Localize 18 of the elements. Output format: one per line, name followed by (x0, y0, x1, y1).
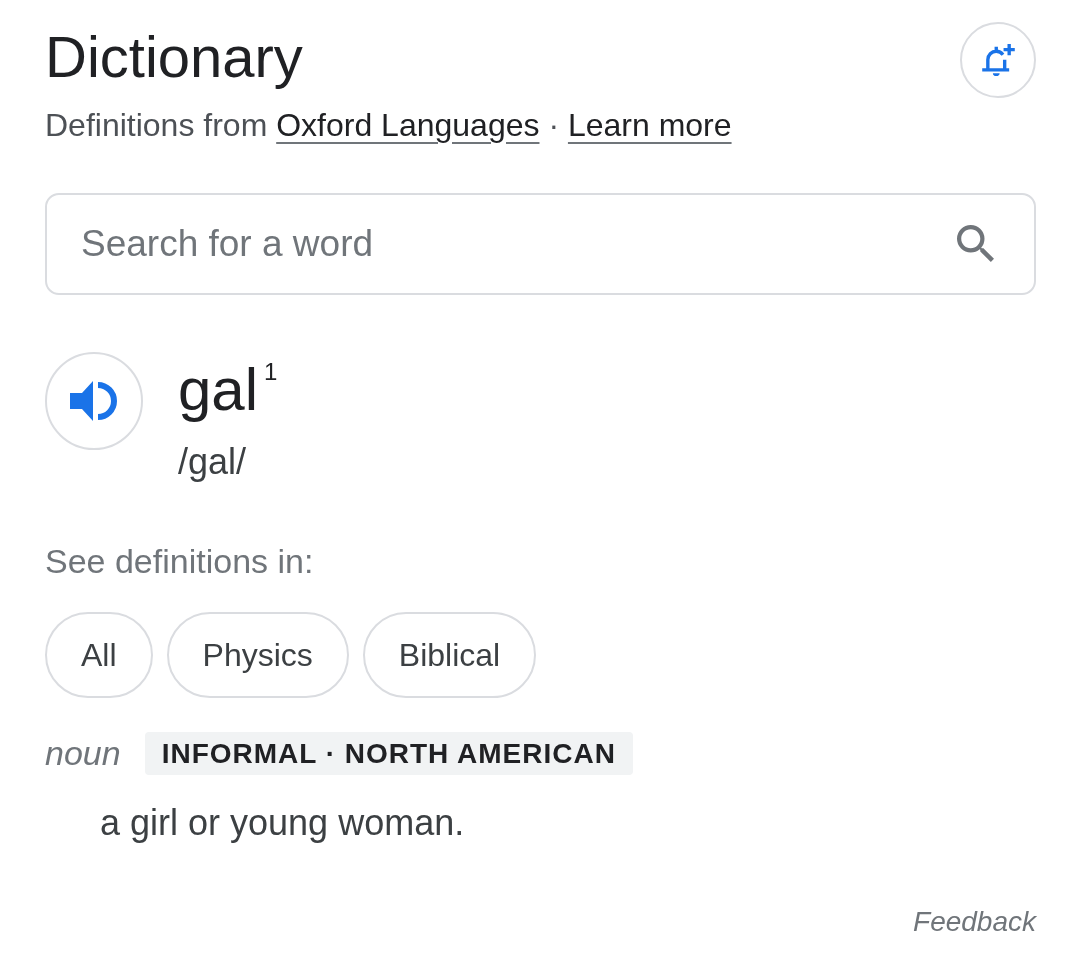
filter-label: See definitions in: (45, 541, 314, 583)
register-label: INFORMAL · NORTH AMERICAN (144, 732, 633, 776)
filter-chip[interactable]: Biblical (362, 612, 537, 699)
bell-plus-icon (981, 44, 1015, 76)
filter-chip[interactable]: All (45, 612, 153, 699)
attribution-text: Definitions from (45, 106, 268, 143)
headword: gal$^{1}$ (178, 357, 278, 424)
search-field[interactable]: Search for a word (45, 193, 1036, 296)
part-of-speech: noun (45, 733, 121, 775)
definition-text: a girl or young woman. (100, 801, 465, 845)
search-icon[interactable] (957, 225, 994, 263)
separator-dot: · (548, 106, 560, 143)
phonetic-spelling: /gal/ (178, 440, 247, 484)
filter-chip[interactable]: Physics (166, 612, 349, 699)
feedback-link[interactable]: Feedback (913, 905, 1036, 940)
card-title: Dictionary (45, 24, 303, 91)
oxford-languages-link[interactable]: Oxford Languages (276, 106, 540, 143)
learn-more-link[interactable]: Learn more (567, 106, 732, 143)
